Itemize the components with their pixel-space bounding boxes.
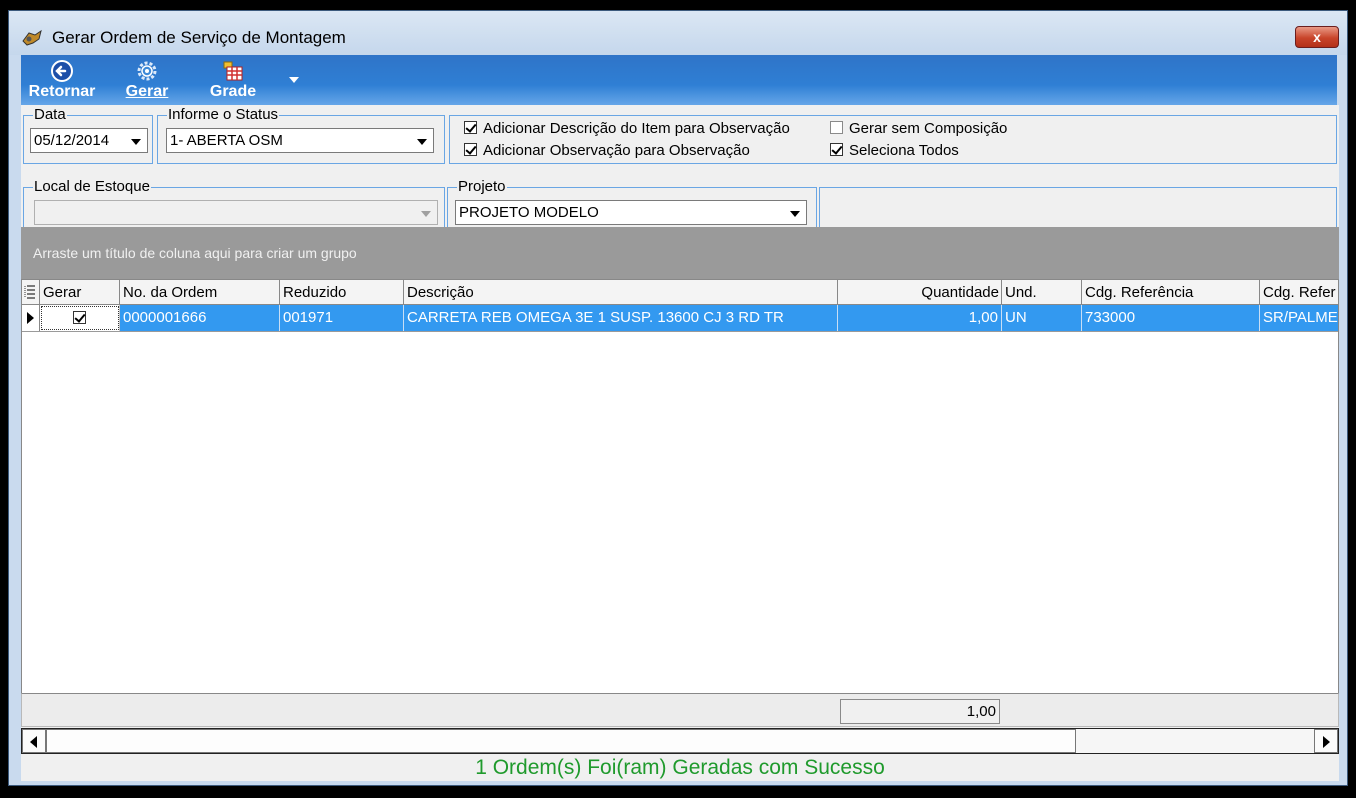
local-estoque-select[interactable] — [34, 200, 438, 225]
gerar-sem-composicao-checkbox[interactable]: Gerar sem Composição — [830, 119, 1007, 139]
horizontal-scrollbar[interactable] — [21, 728, 1339, 754]
close-icon: x — [1313, 29, 1321, 45]
status-group: Informe o Status 1- ABERTA OSM — [157, 106, 445, 164]
main-window: Gerar Ordem de Serviço de Montagem x Ret… — [8, 10, 1348, 786]
descricao-cell[interactable]: CARRETA REB OMEGA 3E 1 SUSP. 13600 CJ 3 … — [404, 305, 838, 331]
projeto-select[interactable]: PROJETO MODELO — [455, 200, 807, 225]
status-group-title: Informe o Status — [167, 106, 280, 123]
cdg-referencia-cell[interactable]: 733000 — [1082, 305, 1260, 331]
add-obs-checkbox[interactable]: Adicionar Observação para Observação — [464, 141, 750, 161]
toolbar: Retornar Gerar Grade — [21, 55, 1337, 105]
projeto-value: PROJETO MODELO — [459, 204, 599, 221]
projeto-title: Projeto — [457, 178, 507, 195]
checkbox-unchecked-icon[interactable] — [830, 121, 843, 134]
options-group: Adicionar Descrição do Item para Observa… — [449, 115, 1337, 164]
scroll-left-icon[interactable] — [22, 729, 46, 753]
column-header-gerar[interactable]: Gerar — [40, 280, 120, 305]
grid-table-icon — [223, 61, 243, 81]
data-group-title: Data — [33, 106, 67, 123]
column-header-cdg-referencia-2[interactable]: Cdg. Refer — [1260, 280, 1338, 305]
retornar-label: Retornar — [28, 83, 96, 100]
total-quantidade: 1,00 — [840, 699, 1000, 724]
content-area: Data 05/12/2014 Informe o Status 1- ABER… — [21, 105, 1339, 781]
data-group: Data 05/12/2014 — [23, 106, 153, 164]
checkbox-checked-icon[interactable] — [464, 143, 477, 156]
gerar-cell[interactable] — [40, 305, 120, 331]
app-icon — [22, 29, 42, 46]
ordem-cell[interactable]: 0000001666 — [120, 305, 280, 331]
chevron-down-icon[interactable] — [131, 139, 141, 145]
local-estoque-title: Local de Estoque — [33, 178, 151, 195]
close-button[interactable]: x — [1295, 26, 1339, 48]
data-date-picker[interactable]: 05/12/2014 — [30, 128, 148, 153]
grid-footer: 1,00 — [21, 693, 1339, 727]
orders-grid: Gerar No. da Ordem Reduzido Descrição Qu… — [21, 279, 1339, 693]
scroll-right-icon[interactable] — [1314, 729, 1338, 753]
data-value: 05/12/2014 — [34, 132, 110, 149]
gear-icon — [137, 61, 157, 81]
column-header-quantidade[interactable]: Quantidade — [838, 280, 1002, 305]
grid-header: Gerar No. da Ordem Reduzido Descrição Qu… — [22, 279, 1338, 305]
table-row[interactable]: 0000001666 001971 CARRETA REB OMEGA 3E 1… — [22, 305, 1338, 332]
quantidade-cell[interactable]: 1,00 — [838, 305, 1002, 331]
chevron-down-icon[interactable] — [417, 139, 427, 145]
status-message: 1 Ordem(s) Foi(ram) Geradas com Sucesso — [475, 756, 885, 779]
status-select[interactable]: 1- ABERTA OSM — [166, 128, 434, 153]
column-header-ordem[interactable]: No. da Ordem — [120, 280, 280, 305]
add-obs-label: Adicionar Observação para Observação — [483, 142, 750, 159]
checkbox-checked-icon[interactable] — [830, 143, 843, 156]
column-chooser-icon[interactable] — [22, 280, 40, 305]
add-desc-item-label: Adicionar Descrição do Item para Observa… — [483, 120, 790, 137]
seleciona-todos-checkbox[interactable]: Seleciona Todos — [830, 141, 959, 161]
column-header-reduzido[interactable]: Reduzido — [280, 280, 404, 305]
und-cell[interactable]: UN — [1002, 305, 1082, 331]
back-arrow-icon — [51, 60, 73, 82]
status-value: 1- ABERTA OSM — [170, 132, 283, 149]
grade-button[interactable]: Grade — [201, 57, 265, 103]
retornar-button[interactable]: Retornar — [23, 57, 101, 103]
scrollbar-thumb[interactable] — [46, 729, 1076, 753]
grade-label: Grade — [209, 83, 257, 100]
checkbox-checked-icon[interactable] — [464, 121, 477, 134]
cdg-referencia-2-cell[interactable]: SR/PALME — [1260, 305, 1338, 331]
chevron-down-icon — [421, 211, 431, 217]
add-desc-item-checkbox[interactable]: Adicionar Descrição do Item para Observa… — [464, 119, 790, 139]
row-indicator-icon — [22, 305, 40, 331]
column-header-cdg-referencia[interactable]: Cdg. Referência — [1082, 280, 1260, 305]
window-title: Gerar Ordem de Serviço de Montagem — [52, 28, 346, 47]
row-checkbox-checked-icon[interactable] — [73, 311, 86, 324]
gerar-label: Gerar — [125, 83, 169, 100]
column-header-descricao[interactable]: Descrição — [404, 280, 838, 305]
reduzido-cell[interactable]: 001971 — [280, 305, 404, 331]
gerar-button[interactable]: Gerar — [119, 57, 175, 103]
gerar-sem-composicao-label: Gerar sem Composição — [849, 120, 1008, 137]
column-header-und[interactable]: Und. — [1002, 280, 1082, 305]
grade-dropdown-icon[interactable] — [289, 77, 299, 83]
seleciona-todos-label: Seleciona Todos — [849, 142, 959, 159]
chevron-down-icon[interactable] — [790, 211, 800, 217]
title-bar: Gerar Ordem de Serviço de Montagem x — [9, 11, 1347, 55]
group-by-bar[interactable]: Arraste um título de coluna aqui para cr… — [21, 227, 1339, 279]
